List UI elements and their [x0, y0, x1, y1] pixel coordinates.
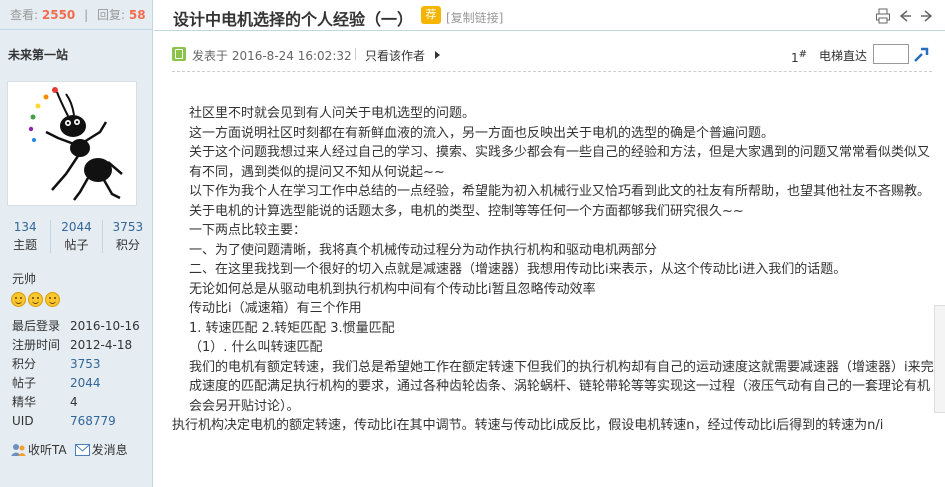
follow-icon: [11, 443, 26, 456]
follow-button[interactable]: 收听TA: [11, 441, 67, 458]
info-key: 最后登录: [12, 319, 61, 333]
user-rank: 元帅: [12, 272, 37, 286]
print-icon[interactable]: [875, 8, 891, 24]
paragraph: （1）. 什么叫转速匹配: [189, 340, 323, 355]
floor-mark: #: [798, 49, 808, 60]
posts-count[interactable]: 2044 帖子: [50, 220, 101, 253]
post-divider: [172, 71, 932, 72]
info-key: 注册时间: [12, 338, 61, 352]
replies-label: 回复:: [96, 8, 126, 22]
side-scroll-tab[interactable]: [934, 305, 945, 413]
replies-count: 58: [128, 8, 146, 22]
header-divider: [355, 48, 356, 60]
medal-list: [11, 292, 60, 307]
recommended-badge: 荐: [421, 6, 441, 24]
message-button[interactable]: 发消息: [74, 441, 128, 458]
views-label: 查看:: [10, 8, 39, 22]
smiley-medal-icon[interactable]: [11, 292, 26, 307]
post-icon: [172, 47, 186, 61]
message-label[interactable]: 发消息: [92, 441, 128, 458]
thread-tools: [875, 8, 935, 24]
avatar[interactable]: [7, 81, 137, 206]
info-value: 2016-10-16: [70, 318, 140, 333]
paragraph: 1. 转速匹配 2.转矩匹配 3.惯量匹配: [189, 320, 395, 336]
info-key: 精华: [12, 395, 37, 409]
post-date: 发表于 2016-8-24 16:02:32: [192, 49, 352, 63]
info-row: 积分 3753: [12, 354, 140, 373]
thread-stats: 查看: 2550 | 回复: 58: [0, 0, 152, 30]
ant-avatar-image: [28, 87, 123, 201]
copy-link-button[interactable]: [复制链接]: [446, 9, 503, 26]
threads-count[interactable]: 134 主题: [0, 220, 50, 253]
paragraph: 无论如何总是从驱动电机到执行机构中间有个传动比i暂且忽略传动效率: [189, 281, 596, 297]
count-value[interactable]: 3753: [103, 220, 153, 234]
post-header: 发表于 2016-8-24 16:02:32 只看该作者 1# 电梯直达: [172, 44, 932, 68]
follow-label[interactable]: 收听TA: [28, 441, 67, 458]
thread-header: 设计中电机选择的个人经验（一） 荐 [复制链接]: [154, 0, 945, 31]
stats-divider: |: [84, 8, 89, 22]
post-content: 社区里不时就会见到有人问关于电机选型的问题。 这一方面说明社区时刻都在有新鲜血液…: [172, 104, 934, 436]
smiley-medal-icon[interactable]: [28, 292, 43, 307]
points-count[interactable]: 3753 积分: [101, 220, 153, 253]
paragraph: 传动比i（减速箱）有三个作用: [189, 301, 362, 316]
info-value[interactable]: 2044: [70, 376, 101, 390]
info-value: 2012-4-18: [70, 337, 133, 352]
info-row: 精华 4: [12, 392, 140, 411]
message-icon: [74, 443, 90, 456]
info-key: UID: [12, 413, 34, 428]
prev-arrow-icon[interactable]: [897, 8, 913, 24]
elevator-go-icon[interactable]: [912, 46, 930, 64]
count-label: 积分: [115, 238, 140, 252]
count-value[interactable]: 134: [0, 220, 50, 234]
paragraph: 我们的电机有额定转速，我们总是希望她工作在额定转速下但我们的执行机构却有自己的运…: [189, 359, 934, 414]
smiley-medal-icon[interactable]: [45, 292, 60, 307]
author-only-link[interactable]: 只看该作者: [365, 47, 425, 64]
count-label: 帖子: [64, 238, 89, 252]
info-value: 4: [70, 394, 78, 409]
next-arrow-icon[interactable]: [919, 8, 935, 24]
paragraph: 执行机构决定电机的额定转速，传动比i在其中调节。转速与传动比i成反比，假设电机转…: [172, 418, 884, 433]
floor-value: 1: [791, 51, 799, 65]
user-actions: 收听TA 发消息: [11, 441, 128, 458]
paragraph: 一下两点比较主要：: [189, 223, 307, 238]
user-info: 最后登录 2016-10-16 注册时间 2012-4-18 积分 3753 帖…: [12, 316, 140, 430]
info-value[interactable]: 768779: [70, 414, 116, 428]
paragraph: 一、为了使问题清晰，我将真个机械传动过程分为动作执行机构和驱动电机两部分: [189, 242, 658, 258]
count-label: 主题: [13, 238, 38, 252]
paragraph: 这一方面说明社区时刻都在有新鲜血液的流入，另一方面也反映出关于电机的选型的确是个…: [189, 125, 775, 141]
paragraph: 关于电机的计算选型能说的话题太多，电机的类型、控制等等任何一个方面都够我们研究很…: [189, 203, 744, 219]
user-counts: 134 主题 2044 帖子 3753 积分: [0, 220, 153, 253]
info-row: UID 768779: [12, 411, 140, 430]
paragraph: 二、在这里我找到一个很好的切入点就是减速器（增速器）我想用传动比i来表示，从这个…: [189, 262, 847, 277]
paragraph: 以下作为我个人在学习工作中总结的一点经验，希望能为初入机械行业又恰巧看到此文的社…: [189, 184, 931, 199]
floor-number[interactable]: 1#: [791, 49, 807, 65]
elevator-input[interactable]: [873, 44, 909, 64]
author-name[interactable]: 未来第一站: [0, 30, 152, 63]
views-count: 2550: [41, 8, 76, 22]
elevator-label: 电梯直达: [819, 49, 868, 63]
play-arrow-icon[interactable]: [435, 51, 440, 59]
info-row: 最后登录 2016-10-16: [12, 316, 140, 335]
paragraph: 关于这个问题我想过来人经过自己的学习、摸索、实践多少都会有一些自己的经验和方法，…: [189, 145, 931, 180]
info-row: 注册时间 2012-4-18: [12, 335, 140, 354]
thread-title: 设计中电机选择的个人经验（一）: [173, 10, 414, 29]
info-row: 帖子 2044: [12, 373, 140, 392]
info-key: 帖子: [12, 376, 37, 390]
info-value[interactable]: 3753: [70, 357, 101, 371]
user-sidebar: 查看: 2550 | 回复: 58 未来第一站 134 主题 2044 帖子 3…: [0, 0, 153, 487]
count-value[interactable]: 2044: [51, 220, 101, 234]
paragraph: 社区里不时就会见到有人问关于电机选型的问题。: [189, 106, 476, 121]
info-key: 积分: [12, 357, 37, 371]
